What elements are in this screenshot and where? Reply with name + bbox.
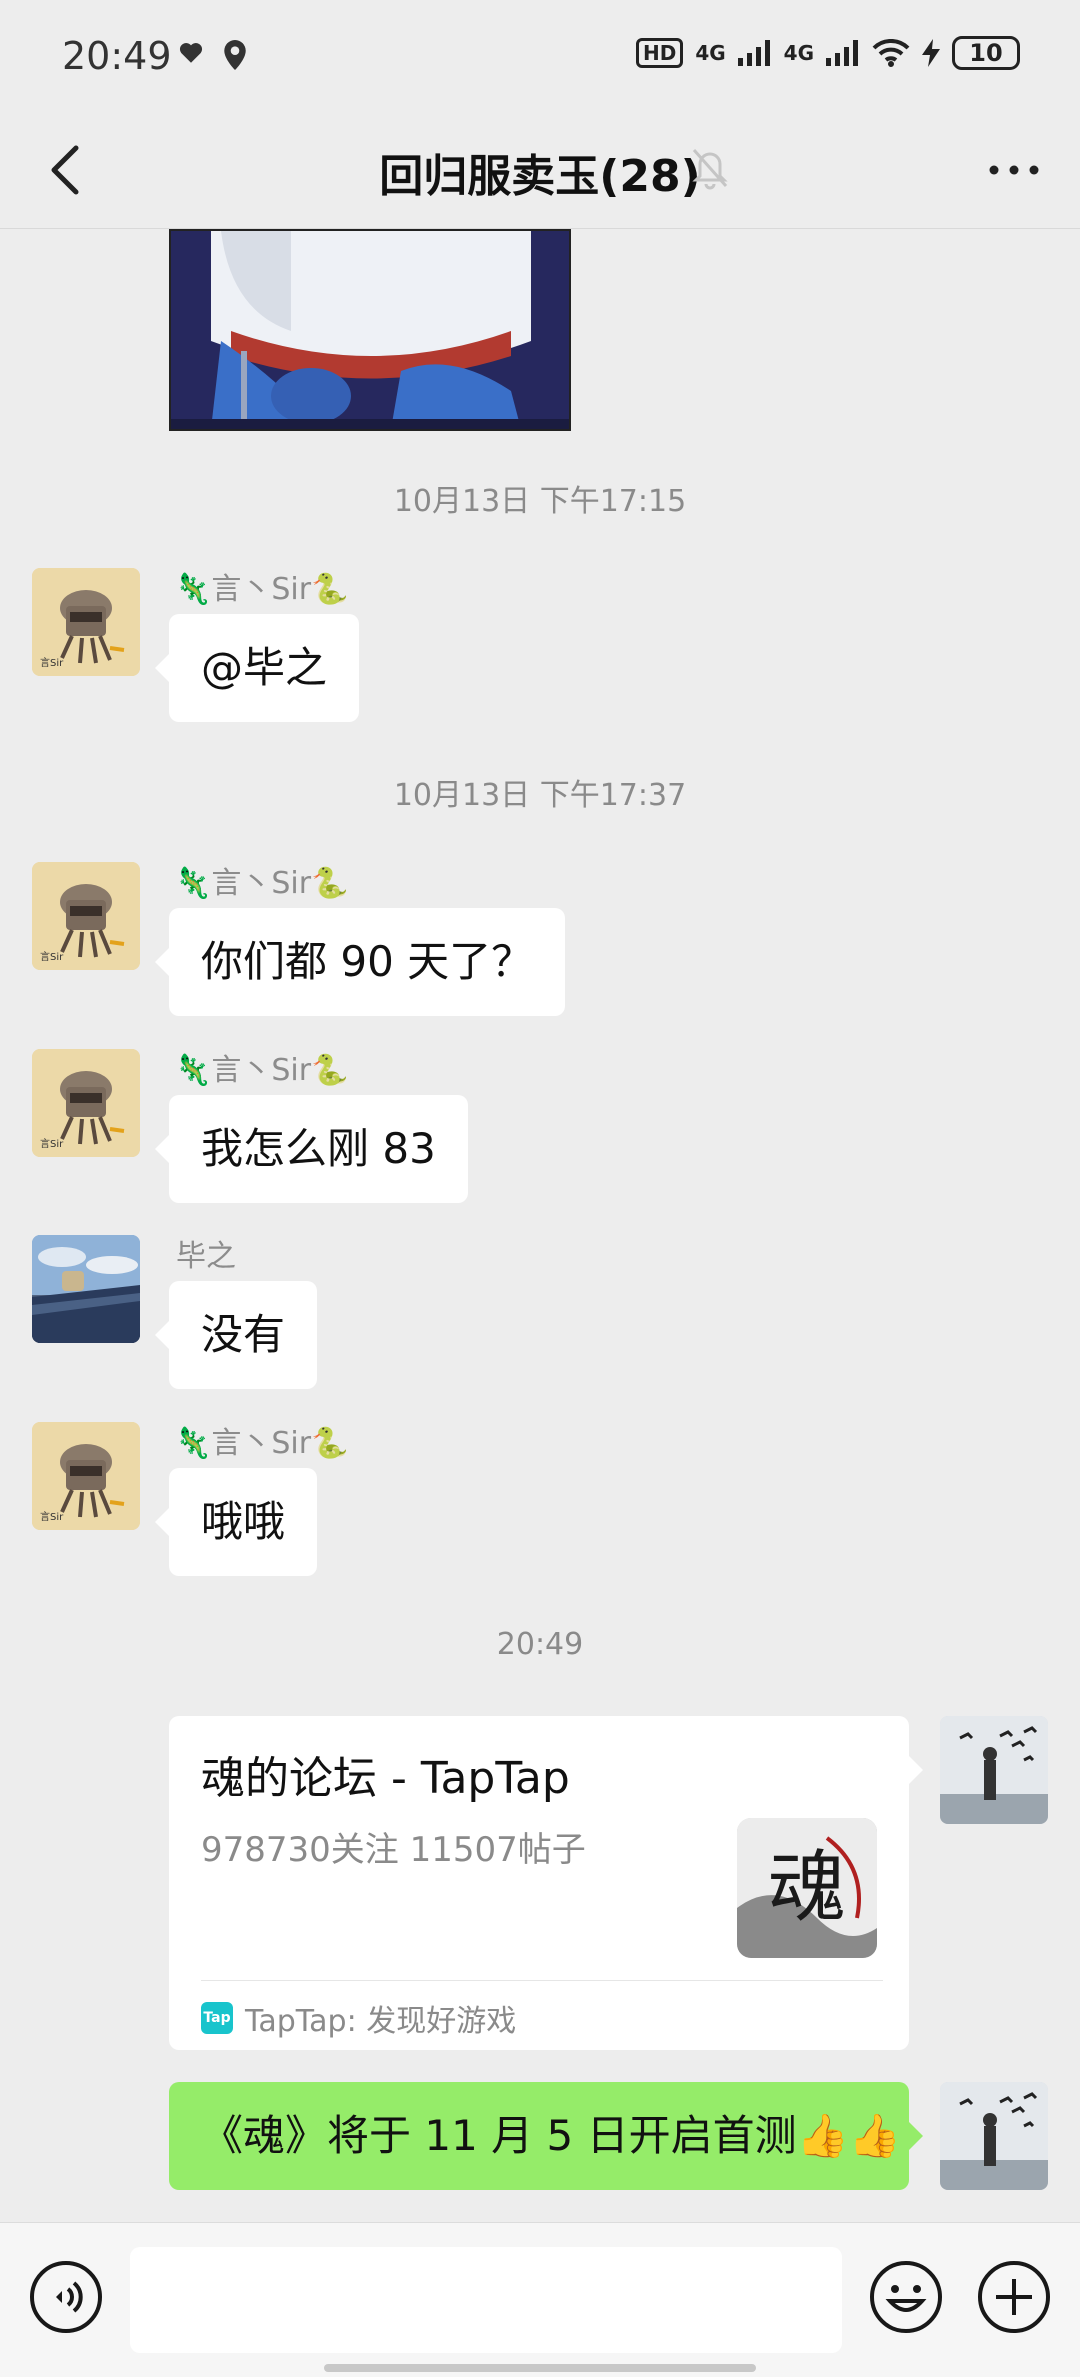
svg-text:言Sir: 言Sir [40,950,64,963]
more-horizontal-icon [989,165,1039,175]
charging-icon [922,39,940,67]
sender-name: 🦎言丶Sir🐍 [174,572,349,607]
snake-icon: 🐍 [311,866,349,901]
image-message[interactable] [169,229,571,431]
message-input[interactable] [130,2247,842,2353]
status-bar: 20:49 HD 4G 4G 10 [0,0,1080,112]
avatar[interactable] [32,1235,140,1343]
avatar[interactable]: 言Sir [32,1422,140,1530]
status-left-icons [178,40,248,70]
signal-icon [737,40,770,66]
status-right-icons: HD 4G 4G 10 [635,36,1020,70]
more-button[interactable] [978,134,1050,206]
sender-name: 🦎言丶Sir🐍 [174,866,349,901]
avatar[interactable]: 言Sir [32,1049,140,1157]
boat-photo-avatar [32,1235,140,1343]
card-title: 魂的论坛 - TapTap [201,1753,570,1804]
shared-link-card[interactable]: 魂的论坛 - TapTap 978730关注 11507帖子 魂 Tap Tap… [169,1716,923,2050]
bell-off-icon [692,149,728,190]
timestamp: 20:49 [496,1627,584,1662]
add-button[interactable] [976,2259,1052,2335]
cat-sticker-avatar: 言Sir [32,1422,140,1530]
my-avatar[interactable] [940,2082,1048,2190]
location-icon [224,40,246,70]
doraemon-sticker [171,231,569,429]
hd-icon: HD [635,38,684,68]
card-divider [201,1980,883,1981]
network-4g-icon-2: 4G [783,41,814,65]
avatar[interactable]: 言Sir [32,568,140,676]
person-birds-avatar [940,2082,1048,2190]
my-avatar[interactable] [940,1716,1048,1824]
heart-icon [179,43,203,63]
card-source-label: TapTap: 发现好游戏 [245,2004,517,2039]
message-bubble[interactable]: 没有 [154,1281,318,1389]
thumbs-up-icon: 👍👍 [796,2111,902,2160]
signal-icon-2 [826,40,858,66]
emoji-button[interactable] [868,2259,944,2335]
sender-name: 毕之 [176,1239,236,1274]
cat-sticker-avatar: 言Sir [32,1049,140,1157]
snake-icon: 🐍 [311,1426,349,1461]
message-bubble[interactable]: 哦哦 [154,1468,318,1576]
input-bar [0,2222,1080,2377]
lizard-icon: 🦎 [174,572,212,607]
status-time: 20:49 [62,34,172,78]
home-indicator[interactable] [324,2364,756,2372]
sender-name: 🦎言丶Sir🐍 [174,1426,349,1461]
svg-text:言Sir: 言Sir [40,1137,64,1150]
timestamp: 10月13日 下午17:37 [393,778,687,813]
message-bubble[interactable]: @毕之 [154,614,360,722]
svg-text:言Sir: 言Sir [40,1510,64,1523]
wifi-icon [872,39,910,67]
network-4g-icon: 4G [695,41,726,65]
chat-header: 回归服卖玉(28) [0,112,1080,229]
soul-game-logo: 魂 [737,1818,877,1958]
cat-sticker-avatar: 言Sir [32,568,140,676]
lizard-icon: 🦎 [174,866,212,901]
avatar[interactable]: 言Sir [32,862,140,970]
person-birds-avatar [940,1716,1048,1824]
emoji-icon [870,2261,942,2333]
message-list[interactable]: 10月13日 下午17:15 言Sir 🦎言丶Sir🐍 @毕之 10月13日 下… [0,229,1080,2222]
card-thumbnail: 魂 [737,1818,877,1958]
cat-sticker-avatar: 言Sir [32,862,140,970]
snake-icon: 🐍 [311,1053,349,1088]
voice-icon [30,2261,102,2333]
battery-icon: 10 [952,36,1020,70]
message-text: 《魂》将于 11 月 5 日开启首测 [201,2111,797,2160]
voice-button[interactable] [28,2259,104,2335]
message-bubble[interactable]: 我怎么刚 83 [155,1095,468,1203]
my-message-bubble[interactable]: 《魂》将于 11 月 5 日开启首测👍👍 [169,2082,923,2190]
chat-title: 回归服卖玉(28) [379,151,701,202]
taptap-icon: Tap [201,2002,233,2034]
lizard-icon: 🦎 [174,1053,212,1088]
sender-name: 🦎言丶Sir🐍 [174,1053,349,1088]
thumbnail-glyph: 魂 [768,1843,846,1933]
snake-icon: 🐍 [311,572,349,607]
mute-indicator [690,146,730,194]
card-source: Tap TapTap: 发现好游戏 [201,1996,516,2040]
lizard-icon: 🦎 [174,1426,212,1461]
message-bubble[interactable]: 你们都 90 天了？ [154,908,566,1016]
svg-text:言Sir: 言Sir [40,656,64,669]
timestamp: 10月13日 下午17:15 [393,484,687,519]
plus-icon [978,2261,1050,2333]
